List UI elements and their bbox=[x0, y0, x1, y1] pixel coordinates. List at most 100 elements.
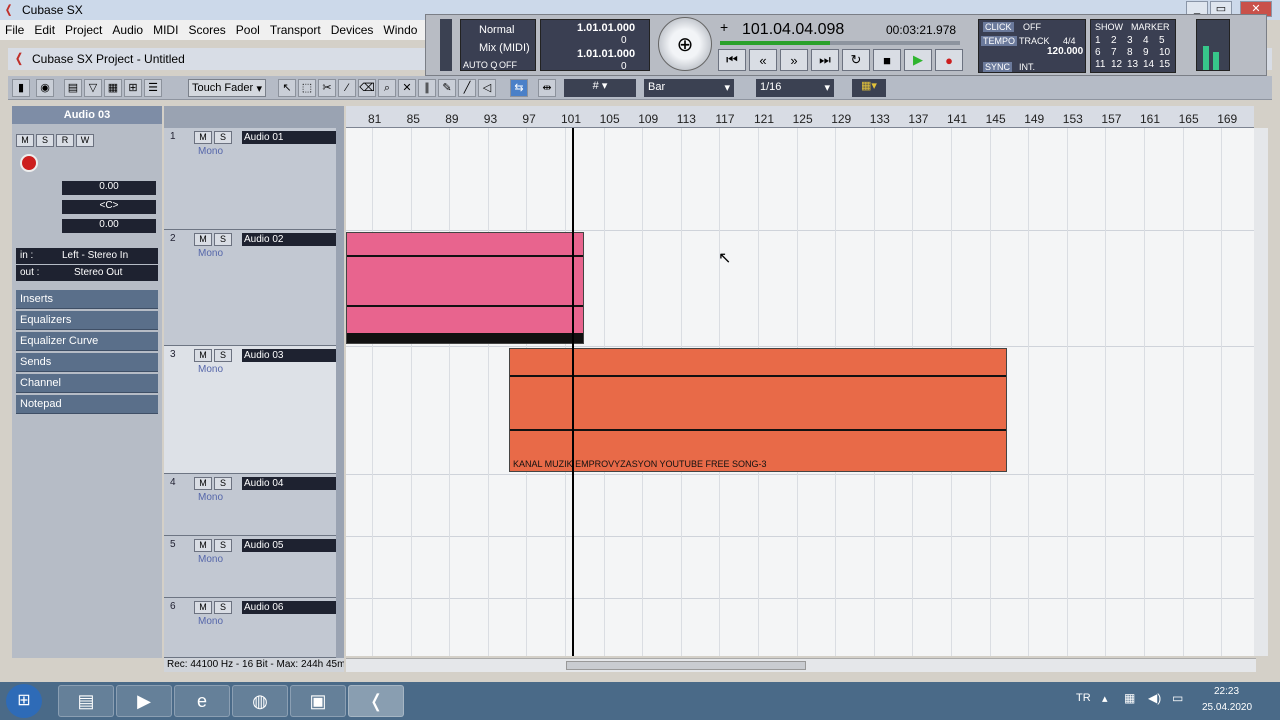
language-indicator[interactable]: TR bbox=[1076, 692, 1091, 704]
menu-transport[interactable]: Transport bbox=[265, 20, 326, 40]
inspector-section-notepad[interactable]: Notepad bbox=[16, 395, 158, 414]
marker-button[interactable]: 2 bbox=[1111, 35, 1127, 46]
audio-event-track3[interactable]: KANAL MUZIK EMPROVYZASYON YOUTUBE FREE S… bbox=[509, 348, 1007, 472]
right-locator[interactable]: 1.01.01.000 bbox=[577, 48, 635, 60]
solo-button[interactable]: S bbox=[214, 539, 232, 552]
range-select-icon[interactable]: ⬚ bbox=[298, 79, 316, 97]
menu-window[interactable]: Windo bbox=[378, 20, 422, 40]
solo-button[interactable]: S bbox=[214, 349, 232, 362]
track-name[interactable]: Audio 03 bbox=[242, 349, 336, 362]
marker-button[interactable]: 7 bbox=[1111, 47, 1127, 58]
sync-label[interactable]: SYNC bbox=[983, 62, 1013, 72]
left-locator[interactable]: 1.01.01.000 bbox=[577, 22, 635, 34]
track-name[interactable]: Audio 01 bbox=[242, 131, 336, 144]
start-button[interactable]: ⊞ bbox=[6, 684, 42, 718]
track-6[interactable]: 6 MS Audio 06 Mono bbox=[164, 598, 336, 658]
clock-date[interactable]: 25.04.2020 bbox=[1202, 702, 1252, 713]
rewind-icon[interactable]: « bbox=[749, 49, 777, 71]
tempo-label[interactable]: TEMPO bbox=[981, 36, 1018, 46]
activate-project-icon[interactable]: ▮ bbox=[12, 79, 30, 97]
inspector-toggle-icon[interactable]: ▤ bbox=[64, 79, 82, 97]
position-time[interactable]: 00:03:21.978 bbox=[886, 23, 956, 37]
marker-button[interactable]: 10 bbox=[1159, 47, 1175, 58]
inspector-section-sends[interactable]: Sends bbox=[16, 353, 158, 372]
fast-forward-icon[interactable]: » bbox=[780, 49, 808, 71]
quantize-select[interactable]: 1/16 ▾ bbox=[756, 79, 834, 97]
action-center-icon[interactable]: ▭ bbox=[1172, 691, 1183, 705]
signature[interactable]: 4/4 bbox=[1063, 36, 1076, 46]
inspector-section-equalizers[interactable]: Equalizers bbox=[16, 311, 158, 330]
time-warp-icon[interactable]: ∥ bbox=[418, 79, 436, 97]
go-to-end-icon[interactable]: ⏭ bbox=[811, 49, 839, 71]
glue-icon[interactable]: ⁄ bbox=[338, 79, 356, 97]
mute-button[interactable]: M bbox=[194, 233, 212, 246]
marker-button[interactable]: 8 bbox=[1127, 47, 1143, 58]
mute-icon[interactable]: ✕ bbox=[398, 79, 416, 97]
solo-button[interactable]: S bbox=[214, 131, 232, 144]
automation-mode-select[interactable]: Touch Fader ▾ bbox=[188, 79, 266, 97]
scroll-thumb[interactable] bbox=[566, 661, 806, 670]
track-5[interactable]: 5 MS Audio 05 Mono bbox=[164, 536, 336, 598]
pan-field[interactable]: <C> bbox=[62, 200, 156, 214]
record-icon[interactable]: ● bbox=[935, 49, 963, 71]
info-line-icon[interactable]: ▽ bbox=[84, 79, 102, 97]
menu-audio[interactable]: Audio bbox=[107, 20, 148, 40]
snap-type-select[interactable]: # ▾ bbox=[564, 79, 636, 97]
track-name[interactable]: Audio 05 bbox=[242, 539, 336, 552]
menu-scores[interactable]: Scores bbox=[183, 20, 230, 40]
track-4[interactable]: 4 MS Audio 04 Mono bbox=[164, 474, 336, 536]
solo-button[interactable]: S bbox=[36, 134, 54, 147]
input-routing[interactable]: in : Left - Stereo In bbox=[16, 248, 158, 264]
read-button[interactable]: R bbox=[56, 134, 74, 147]
delay-field[interactable]: 0.00 bbox=[62, 219, 156, 233]
overview-icon[interactable]: ▦ bbox=[104, 79, 122, 97]
inspector-track-name[interactable]: Audio 03 bbox=[12, 106, 162, 124]
marker-button[interactable]: 12 bbox=[1111, 59, 1127, 70]
clock-time[interactable]: 22:23 bbox=[1214, 686, 1239, 697]
play-tool-icon[interactable]: ◁ bbox=[478, 79, 496, 97]
play-icon[interactable]: ▶ bbox=[904, 49, 932, 71]
constrain-delay-icon[interactable]: ◉ bbox=[36, 79, 54, 97]
grid-type-select[interactable]: Bar ▾ bbox=[644, 79, 734, 97]
track-name[interactable]: Audio 02 bbox=[242, 233, 336, 246]
object-select-icon[interactable]: ↖ bbox=[278, 79, 296, 97]
project-cursor[interactable] bbox=[572, 128, 574, 656]
network-icon[interactable]: ▦ bbox=[1124, 691, 1135, 705]
chrome-icon[interactable]: ◍ bbox=[232, 685, 288, 717]
snap-point-icon[interactable]: ⇹ bbox=[538, 79, 556, 97]
marker-button[interactable]: 6 bbox=[1095, 47, 1111, 58]
track-3[interactable]: 3 MS Audio 03 Mono bbox=[164, 346, 336, 474]
menu-file[interactable]: File bbox=[0, 20, 29, 40]
menu-project[interactable]: Project bbox=[60, 20, 107, 40]
mute-button[interactable]: M bbox=[194, 539, 212, 552]
click-label[interactable]: CLICK bbox=[983, 22, 1014, 32]
marker-button[interactable]: 5 bbox=[1159, 35, 1175, 46]
color-select-icon[interactable]: ▦▾ bbox=[852, 79, 886, 97]
menu-midi[interactable]: MIDI bbox=[148, 20, 183, 40]
go-to-start-icon[interactable]: ⏮ bbox=[718, 49, 746, 71]
mute-button[interactable]: M bbox=[194, 477, 212, 490]
solo-button[interactable]: S bbox=[214, 477, 232, 490]
event-display[interactable]: KANAL MUZIK EMPROVYZASYON YOUTUBE FREE S… bbox=[346, 128, 1254, 656]
marker-button[interactable]: 11 bbox=[1095, 59, 1111, 70]
mute-button[interactable]: M bbox=[194, 601, 212, 614]
menu-edit[interactable]: Edit bbox=[29, 20, 60, 40]
solo-button[interactable]: S bbox=[214, 233, 232, 246]
inspector-section-inserts[interactable]: Inserts bbox=[16, 290, 158, 309]
inspector-section-equalizer-curve[interactable]: Equalizer Curve bbox=[16, 332, 158, 351]
position-bars[interactable]: 101.04.04.098 bbox=[742, 21, 844, 39]
marker-button[interactable]: 15 bbox=[1159, 59, 1175, 70]
inspector-section-channel[interactable]: Channel bbox=[16, 374, 158, 393]
track-name[interactable]: Audio 06 bbox=[242, 601, 336, 614]
erase-icon[interactable]: ⌫ bbox=[358, 79, 376, 97]
marker-button[interactable]: 13 bbox=[1127, 59, 1143, 70]
marker-button[interactable]: 1 bbox=[1095, 35, 1111, 46]
mute-button[interactable]: M bbox=[194, 349, 212, 362]
internet-explorer-icon[interactable]: e bbox=[174, 685, 230, 717]
audio-event-track2[interactable] bbox=[346, 232, 584, 344]
cycle-icon[interactable]: ↻ bbox=[842, 49, 870, 71]
menu-pool[interactable]: Pool bbox=[231, 20, 265, 40]
position-slider[interactable] bbox=[720, 41, 960, 45]
record-mode[interactable]: Normal bbox=[479, 24, 514, 36]
tray-arrow-icon[interactable]: ▴ bbox=[1102, 692, 1108, 705]
